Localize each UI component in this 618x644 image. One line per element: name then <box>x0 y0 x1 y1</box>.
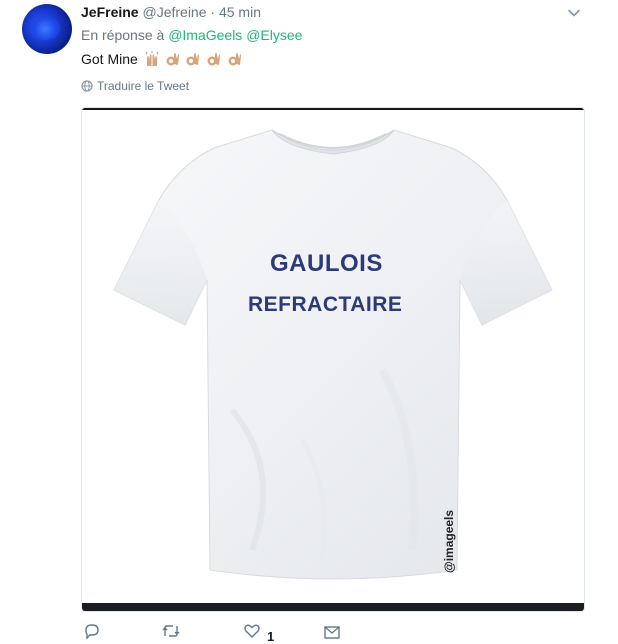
tweet-text-content: Got Mine <box>81 51 138 67</box>
reply-context: En réponse à @ImaGeels @Elysee <box>81 26 302 44</box>
tweet-actions: 1 <box>81 622 381 643</box>
like-button[interactable]: 1 <box>243 622 274 643</box>
avatar[interactable] <box>22 4 72 54</box>
direct-message-button[interactable] <box>323 622 341 639</box>
ok-hand-icon <box>207 53 221 66</box>
globe-icon <box>81 80 93 92</box>
separator-dot: · <box>210 4 216 20</box>
tweet-header: JeFreine @Jefreine · 45 min <box>81 3 261 21</box>
ok-hand-icon <box>166 53 179 66</box>
reply-prefix: En réponse à <box>81 27 165 43</box>
retweet-icon <box>162 625 180 637</box>
translate-label: Traduire le Tweet <box>97 79 190 93</box>
reply-button[interactable] <box>83 622 101 639</box>
author-handle[interactable]: @Jefreine <box>142 4 206 20</box>
like-count: 1 <box>267 629 275 644</box>
mention-link[interactable]: @ImaGeels <box>168 27 242 43</box>
chevron-down-icon[interactable] <box>566 5 582 21</box>
author-name[interactable]: JeFreine <box>81 4 139 20</box>
tweet-media-image[interactable]: GAULOIS REFRACTAIRE @imageels <box>81 107 585 612</box>
heart-icon <box>244 624 260 638</box>
tweet-text: Got Mine <box>81 49 243 69</box>
reply-icon <box>85 624 99 639</box>
retweet-button[interactable] <box>161 622 181 639</box>
translate-tweet-link[interactable]: Traduire le Tweet <box>81 78 189 94</box>
envelope-icon <box>324 626 340 639</box>
tweet-time[interactable]: 45 min <box>219 4 261 20</box>
ok-hand-icon <box>228 53 242 66</box>
mention-link[interactable]: @Elysee <box>246 27 302 43</box>
media-bottom-border <box>82 603 584 611</box>
image-watermark: @imageels <box>442 509 456 573</box>
tshirt-image <box>113 129 553 580</box>
raising-hands-icon <box>145 51 159 66</box>
shirt-print-line2: REFRACTAIRE <box>248 293 403 316</box>
shirt-print-line1: GAULOIS <box>270 250 383 277</box>
ok-hand-icon <box>186 53 200 66</box>
